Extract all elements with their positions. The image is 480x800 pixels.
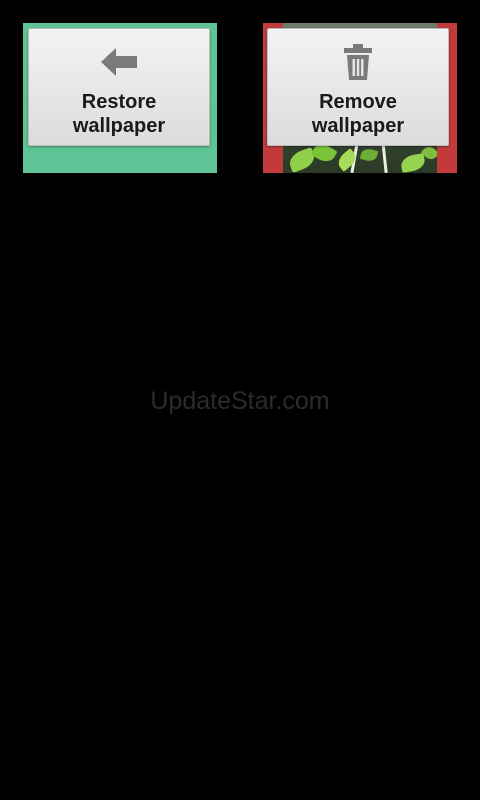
home-screen: Restore wallpaper Remove wallpaper Updat…: [0, 0, 480, 800]
trash-icon: [344, 44, 372, 80]
remove-wallpaper-button[interactable]: Remove wallpaper: [267, 28, 449, 146]
remove-wallpaper-tile[interactable]: Remove wallpaper: [263, 23, 457, 173]
restore-wallpaper-label: Restore wallpaper: [72, 91, 166, 137]
restore-wallpaper-tile[interactable]: Restore wallpaper: [23, 23, 217, 173]
restore-wallpaper-button[interactable]: Restore wallpaper: [28, 28, 210, 146]
watermark-text: UpdateStar.com: [150, 387, 330, 415]
arrow-left-icon: [101, 48, 137, 76]
remove-wallpaper-label: Remove wallpaper: [311, 91, 405, 137]
